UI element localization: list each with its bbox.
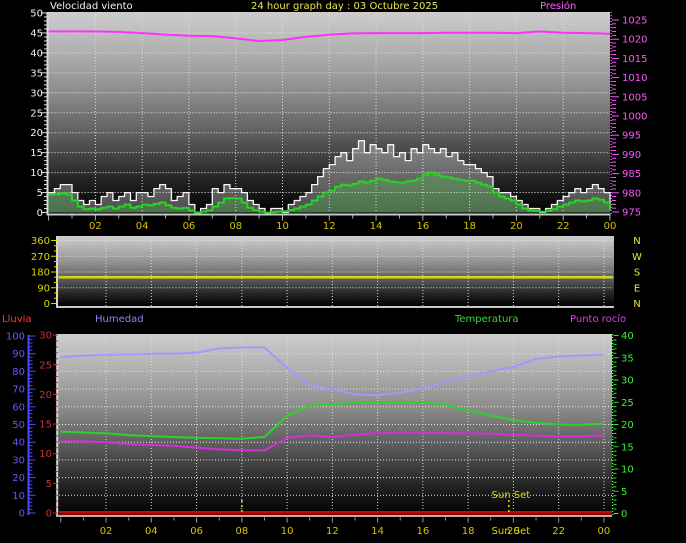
wind-axis-label: 50 [30,9,43,20]
temp-axis-label: 35 [621,353,634,364]
rain-axis-label: 15 [39,420,52,431]
temp-axis-label: 15 [621,442,634,453]
humidity-axis-label: 50 [12,420,25,431]
rain-axis-label: 25 [39,360,52,371]
x-axis-label: 08 [229,221,242,232]
direction-axis-label: 0 [44,299,50,310]
x-axis-label: 14 [370,221,383,232]
x-axis-label: 06 [190,526,203,537]
humidity-axis-label: 90 [12,349,25,360]
wind-axis-label: 10 [30,168,43,179]
x-axis-label: 00 [598,526,611,537]
chart-overlay: 0510152025303540455097598098599099510001… [6,9,648,538]
x-axis-label: 20 [510,221,523,232]
wind-axis-label: 25 [30,108,43,119]
x-axis-label: 16 [417,526,430,537]
humidity-axis-label: 40 [12,438,25,449]
direction-axis-label: 90 [37,283,50,294]
humidity-axis-label: 30 [12,455,25,466]
humidity-axis-label: 10 [12,491,25,502]
pressure-axis-label: 1025 [622,16,647,27]
x-axis-label: 22 [552,526,565,537]
x-axis-label: 02 [89,221,102,232]
x-axis-label: 10 [281,526,294,537]
humidity-axis-label: 100 [6,332,25,343]
x-axis-label: 14 [371,526,384,537]
rain-axis-label: 5 [46,479,52,490]
direction-axis-label: 360 [31,236,50,247]
direction-axis-label: 180 [31,268,50,279]
graph-title: 24 hour graph day : 03 Octubre 2025 [251,1,439,12]
humidity-axis-label: 60 [12,402,25,413]
pressure-axis-label: 1000 [622,112,647,123]
x-axis-label: 18 [463,221,476,232]
wind-axis-label: 45 [30,28,43,39]
temp-axis-label: 30 [621,376,634,387]
x-axis-label: 00 [604,221,617,232]
pressure-axis-label: 975 [622,208,641,219]
wind-axis-label: 15 [30,148,43,159]
x-axis-label: 22 [557,221,570,232]
temp-axis-label: 40 [621,331,634,342]
wind-axis-label: 0 [37,208,43,219]
pressure-axis-label: 1010 [622,73,647,84]
x-axis-label: 12 [326,526,339,537]
wind-axis-label: 40 [30,48,43,59]
pressure-axis-label: 1015 [622,54,647,65]
pressure-axis-label: 995 [622,131,641,142]
humidity-axis-label: 20 [12,473,25,484]
compass-label: E [634,283,640,294]
x-axis-label: 12 [323,221,336,232]
rain-axis-label: 10 [39,449,52,460]
compass-label: N [633,236,640,247]
rain-label: Lluvia [2,314,32,325]
x-axis-label: 18 [462,526,475,537]
x-axis-label: 06 [183,221,196,232]
dew-point-label: Punto rocío [570,314,627,325]
temp-axis-label: 5 [621,487,627,498]
sunset-label: Sun Set [492,490,531,501]
pressure-axis-label: 985 [622,169,641,180]
wind-speed-label: Velocidad viento [50,1,133,12]
compass-label: N [633,299,640,310]
rain-axis-label: 20 [39,390,52,401]
wind-axis-label: 30 [30,88,43,99]
humidity-label: Humedad [95,314,144,325]
humidity-axis-label: 0 [19,509,25,520]
temperature-label: Temperatura [455,314,519,325]
weather-graph-window: Velocidad viento 24 hour graph day : 03 … [0,0,686,543]
compass-label: S [634,268,640,279]
x-axis-label: 04 [136,221,149,232]
compass-label: W [632,252,642,263]
humidity-axis-label: 80 [12,367,25,378]
humidity-axis-label: 70 [12,385,25,396]
pressure-label: Presión [540,1,577,12]
wind-axis-label: 5 [37,188,43,199]
temp-axis-label: 25 [621,398,634,409]
x-axis-label: 08 [235,526,248,537]
sunset-axis-label: Sun Set [492,526,531,537]
direction-axis-label: 270 [31,252,50,263]
wind-axis-label: 20 [30,128,43,139]
wind-axis-label: 35 [30,68,43,79]
temp-axis-label: 20 [621,420,634,431]
rain-axis-label: 30 [39,331,52,342]
pressure-axis-label: 1005 [622,92,647,103]
pressure-axis-label: 980 [622,188,641,199]
x-axis-label: 10 [276,221,289,232]
x-axis-label: 02 [100,526,113,537]
temp-axis-label: 0 [621,509,627,520]
temp-axis-label: 10 [621,465,634,476]
x-axis-label: 16 [416,221,429,232]
pressure-axis-label: 1020 [622,35,647,46]
rain-axis-label: 0 [46,509,52,520]
pressure-axis-label: 990 [622,150,641,161]
x-axis-label: 04 [145,526,158,537]
